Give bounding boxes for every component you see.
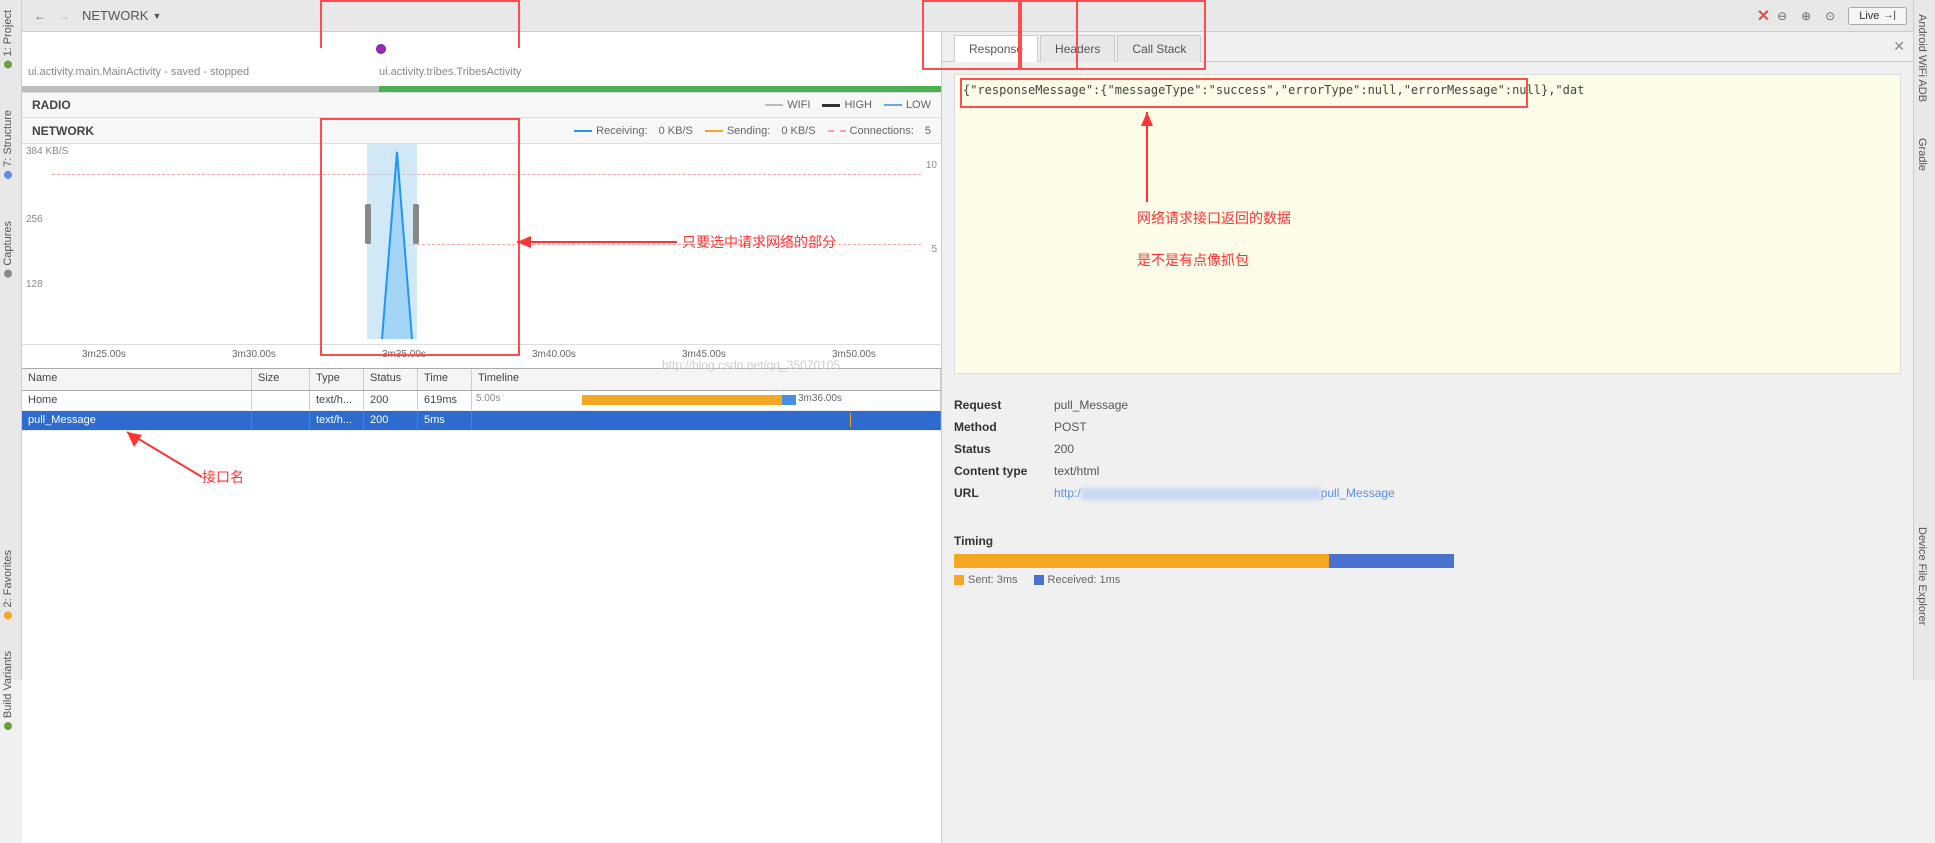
activity-label-main: ui.activity.main.MainActivity - saved - … bbox=[28, 66, 249, 78]
structure-icon bbox=[4, 171, 12, 179]
request-details: Requestpull_Message MethodPOST Status200… bbox=[954, 394, 1901, 504]
tab-build-variants[interactable]: Build Variants bbox=[0, 645, 16, 736]
network-chart[interactable]: 384 KB/S 256 128 10 5 bbox=[22, 144, 941, 344]
requests-table: Name Size Type Status Time Timeline Home… bbox=[22, 368, 941, 431]
col-status[interactable]: Status bbox=[364, 369, 418, 390]
annotation-text-apiname: 接口名 bbox=[202, 467, 244, 487]
profiler-toolbar: ← → NETWORK▼ ✕ ⊖ ⊕ ⊙ Live→| bbox=[22, 0, 1913, 32]
receiving-spike bbox=[362, 144, 442, 339]
network-legend-connections: Connections: 5 bbox=[828, 125, 931, 137]
back-button[interactable]: ← bbox=[28, 4, 52, 28]
activity-stopped-bar bbox=[22, 86, 379, 92]
timeline-bar-small bbox=[850, 413, 851, 427]
network-title: NETWORK bbox=[32, 124, 94, 138]
response-tabs: Response Headers Call Stack ✕ bbox=[942, 32, 1913, 62]
connections-line-upper bbox=[52, 174, 921, 175]
col-type[interactable]: Type bbox=[310, 369, 364, 390]
table-row[interactable]: Home text/h... 200 619ms 5.00s 3m36.00s bbox=[22, 391, 941, 411]
connections-line-lower bbox=[402, 244, 921, 245]
tab-project[interactable]: 1: Project bbox=[0, 4, 16, 74]
zoom-out-button[interactable]: ⊖ bbox=[1770, 4, 1794, 28]
range-handle-left[interactable] bbox=[365, 204, 371, 244]
timing-sent-bar bbox=[954, 554, 1329, 568]
timeline-bar-recv bbox=[782, 395, 796, 405]
network-section-header: NETWORK Receiving: 0 KB/S Sending: 0 KB/… bbox=[22, 118, 941, 144]
radio-legend-high: HIGH bbox=[822, 99, 872, 111]
tab-response[interactable]: Response bbox=[954, 35, 1038, 62]
network-profiler-pane: ui.activity.main.MainActivity - saved - … bbox=[22, 32, 942, 843]
profiler-title[interactable]: NETWORK▼ bbox=[82, 8, 161, 23]
table-header: Name Size Type Status Time Timeline bbox=[22, 369, 941, 391]
radio-legend-low: LOW bbox=[884, 99, 931, 111]
tab-device-file-explorer[interactable]: Device File Explorer bbox=[1914, 517, 1930, 631]
timing-section: Timing Sent: 3ms Received: 1ms bbox=[954, 534, 1901, 586]
col-time[interactable]: Time bbox=[418, 369, 472, 390]
detail-content-type: text/html bbox=[1054, 464, 1099, 478]
timing-legend-received: Received: 1ms bbox=[1034, 574, 1121, 586]
activity-running-bar bbox=[379, 86, 941, 92]
left-tool-tabs: 1: Project 7: Structure Captures 2: Favo… bbox=[0, 0, 22, 680]
url-blurred bbox=[1081, 488, 1321, 500]
col-timeline[interactable]: Timeline bbox=[472, 369, 941, 390]
annotation-arrow-apiname bbox=[122, 427, 202, 477]
response-json[interactable]: {"responseMessage":{"messageType":"succe… bbox=[954, 74, 1901, 374]
reset-zoom-button[interactable]: ⊙ bbox=[1818, 4, 1842, 28]
col-size[interactable]: Size bbox=[252, 369, 310, 390]
tab-android-wifi-adb[interactable]: Android WiFi ADB bbox=[1914, 4, 1930, 108]
tab-headers[interactable]: Headers bbox=[1040, 35, 1115, 62]
activity-timeline[interactable]: ui.activity.main.MainActivity - saved - … bbox=[22, 32, 941, 92]
timing-received-bar bbox=[1329, 554, 1454, 568]
network-legend-receiving: Receiving: 0 KB/S bbox=[574, 125, 693, 137]
tab-structure[interactable]: 7: Structure bbox=[0, 104, 16, 185]
watermark: http://blog.csdn.net/qq_35070105 bbox=[662, 358, 840, 372]
timeline-bar-sent bbox=[582, 395, 782, 405]
project-icon bbox=[4, 60, 12, 68]
tab-gradle[interactable]: Gradle bbox=[1914, 128, 1930, 177]
table-row-selected[interactable]: pull_Message text/h... 200 5ms bbox=[22, 411, 941, 431]
close-detail-button[interactable]: ✕ bbox=[1893, 38, 1905, 55]
zoom-in-button[interactable]: ⊕ bbox=[1794, 4, 1818, 28]
detail-url[interactable]: http:/pull_Message bbox=[1054, 486, 1395, 500]
favorites-icon bbox=[4, 611, 12, 619]
timing-title: Timing bbox=[954, 534, 1901, 548]
timing-legend-sent: Sent: 3ms bbox=[954, 574, 1018, 586]
radio-legend-wifi: WIFI bbox=[765, 99, 810, 111]
col-name[interactable]: Name bbox=[22, 369, 252, 390]
detail-status: 200 bbox=[1054, 442, 1074, 456]
forward-button[interactable]: → bbox=[52, 4, 76, 28]
live-button[interactable]: Live→| bbox=[1848, 7, 1907, 25]
captures-icon bbox=[4, 270, 12, 278]
y-axis-128: 128 bbox=[26, 279, 43, 290]
dropdown-icon: ▼ bbox=[152, 11, 161, 21]
right-tool-tabs: Android WiFi ADB Gradle Device File Expl… bbox=[1913, 0, 1935, 680]
response-detail-pane: Response Headers Call Stack ✕ {"response… bbox=[942, 32, 1913, 843]
detail-method: POST bbox=[1054, 420, 1087, 434]
radio-section-header: RADIO WIFI HIGH LOW bbox=[22, 92, 941, 118]
touch-event-marker bbox=[376, 44, 386, 54]
range-handle-right[interactable] bbox=[413, 204, 419, 244]
detail-request: pull_Message bbox=[1054, 398, 1128, 412]
activity-label-tribes: ui.activity.tribes.TribesActivity bbox=[379, 66, 521, 78]
build-variants-icon bbox=[4, 723, 12, 731]
radio-title: RADIO bbox=[32, 98, 71, 112]
tab-captures[interactable]: Captures bbox=[0, 215, 16, 284]
y-axis-256: 256 bbox=[26, 214, 43, 225]
y-axis-right-10: 10 bbox=[926, 160, 937, 171]
close-session-button[interactable]: ✕ bbox=[1757, 6, 1770, 26]
y-axis-max: 384 KB/S bbox=[26, 146, 68, 157]
y-axis-right-5: 5 bbox=[931, 244, 937, 255]
network-legend-sending: Sending: 0 KB/S bbox=[705, 125, 816, 137]
tab-favorites[interactable]: 2: Favorites bbox=[0, 544, 16, 625]
live-arrow-icon: →| bbox=[1883, 10, 1896, 21]
tab-callstack[interactable]: Call Stack bbox=[1117, 35, 1201, 62]
